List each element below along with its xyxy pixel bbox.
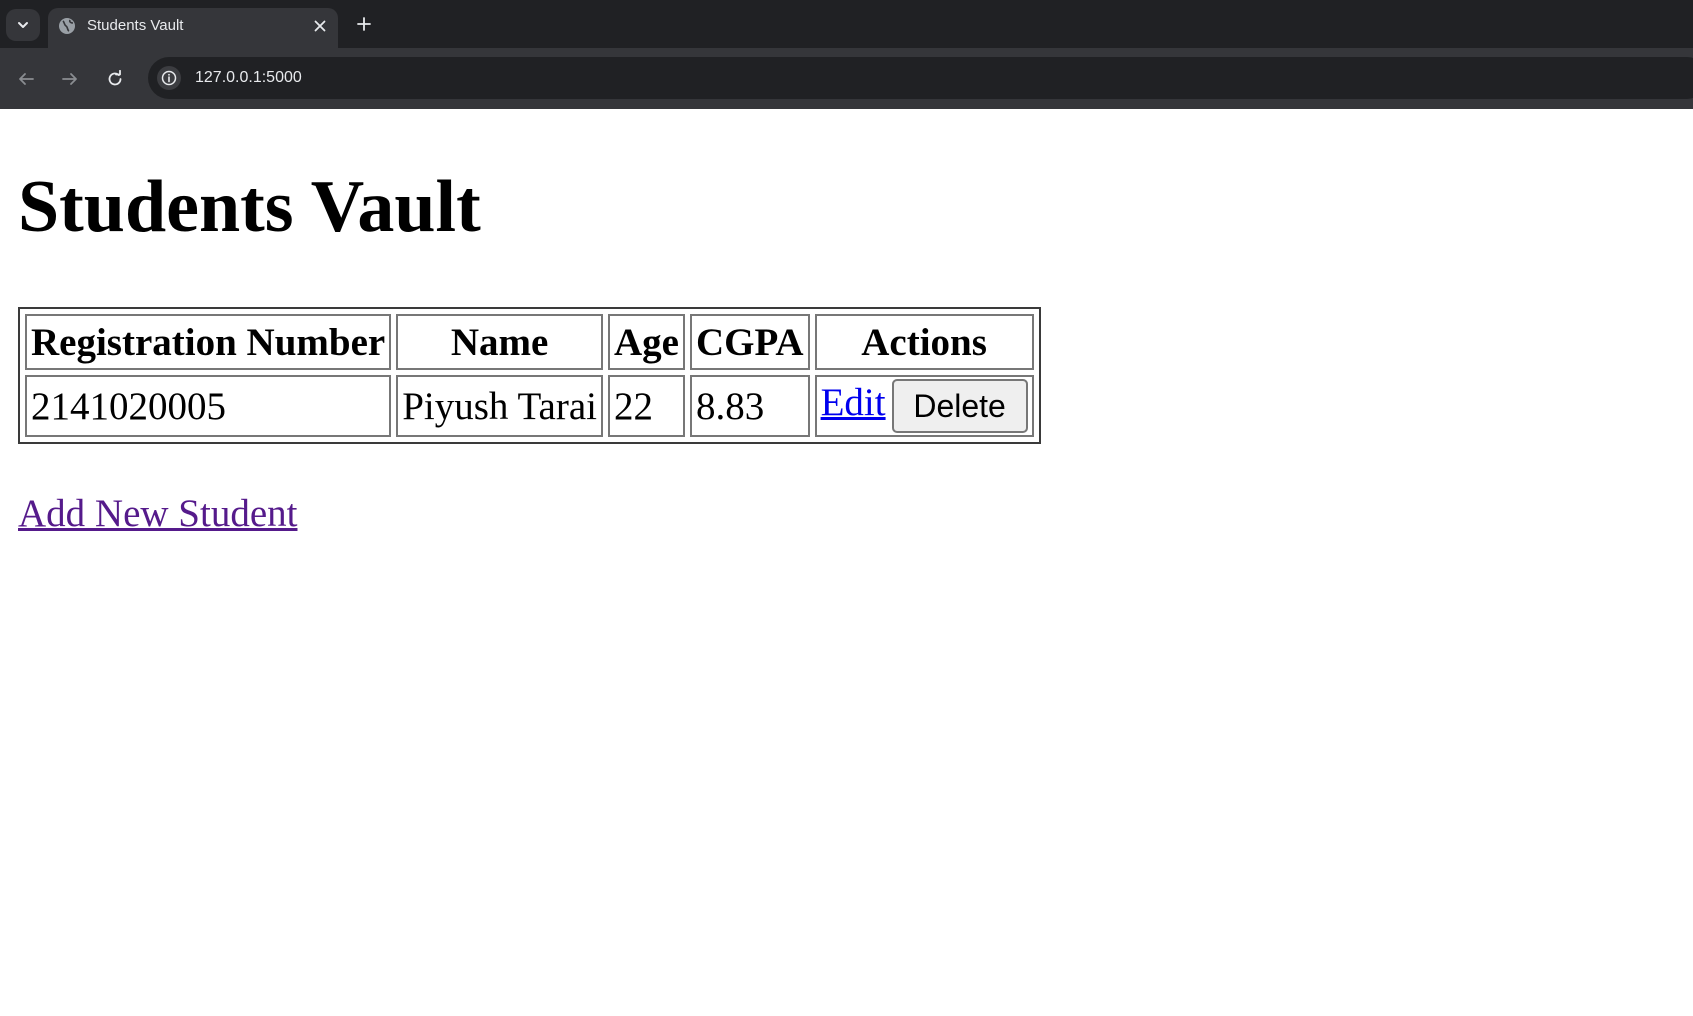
chevron-down-icon xyxy=(18,22,28,28)
students-table: Registration Number Name Age CGPA Action… xyxy=(18,307,1041,444)
tab-strip: Students Vault xyxy=(0,0,1693,48)
new-tab-button[interactable] xyxy=(350,10,378,38)
tab-title: Students Vault xyxy=(87,17,184,34)
active-tab[interactable]: Students Vault xyxy=(48,8,338,48)
close-icon xyxy=(314,20,326,32)
forward-button[interactable] xyxy=(56,65,84,93)
reload-button[interactable] xyxy=(101,65,129,93)
url-text[interactable]: 127.0.0.1:5000 xyxy=(195,69,302,87)
browser-toolbar: 127.0.0.1:5000 xyxy=(0,48,1693,109)
tab-search-button[interactable] xyxy=(6,9,40,41)
globe-icon xyxy=(59,18,75,34)
column-header-cgpa: CGPA xyxy=(689,314,810,370)
info-icon xyxy=(161,70,177,86)
close-tab-button[interactable] xyxy=(310,16,330,36)
arrow-right-icon xyxy=(62,73,77,85)
arrow-left-icon xyxy=(19,73,34,85)
column-header-name: Name xyxy=(396,314,603,370)
cell-cgpa: 8.83 xyxy=(689,375,810,437)
column-header-actions: Actions xyxy=(814,314,1034,370)
page-content: Students Vault Registration Number Name … xyxy=(0,109,1693,1016)
delete-button[interactable]: Delete xyxy=(891,379,1028,433)
cell-actions: Edit Delete xyxy=(814,375,1034,437)
back-button[interactable] xyxy=(12,65,40,93)
table-row: 2141020005 Piyush Tarai 22 8.83 Edit Dele… xyxy=(25,375,1034,437)
cell-name: Piyush Tarai xyxy=(396,375,603,437)
page-title: Students Vault xyxy=(18,166,481,248)
cell-age: 22 xyxy=(608,375,685,437)
cell-registration-number: 2141020005 xyxy=(25,375,392,437)
column-header-age: Age xyxy=(608,314,685,370)
reload-icon xyxy=(108,70,122,86)
site-info-button[interactable] xyxy=(157,66,181,90)
plus-icon xyxy=(357,17,371,31)
edit-link[interactable]: Edit xyxy=(821,381,886,424)
address-bar[interactable]: 127.0.0.1:5000 xyxy=(148,57,1693,99)
add-new-student-link[interactable]: Add New Student xyxy=(18,491,297,536)
table-header-row: Registration Number Name Age CGPA Action… xyxy=(25,314,1034,370)
column-header-registration-number: Registration Number xyxy=(25,314,392,370)
